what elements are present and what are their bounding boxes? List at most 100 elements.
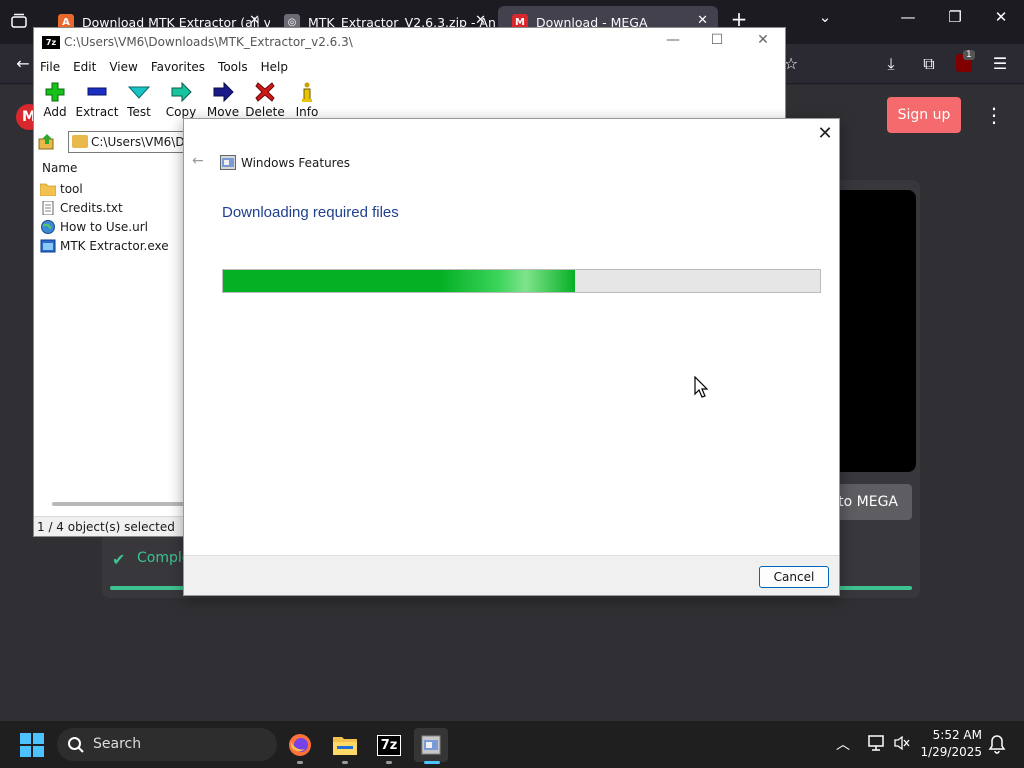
delete-button[interactable]: Delete (242, 81, 288, 119)
running-indicator (297, 761, 303, 764)
file-name: MTK Extractor.exe (60, 238, 169, 253)
close-window-icon[interactable]: ✕ (986, 8, 1016, 26)
test-label: Test (127, 105, 151, 119)
copy-button[interactable]: Copy (158, 81, 204, 119)
menu-view[interactable]: View (109, 58, 144, 77)
progress-fill (223, 270, 575, 292)
delete-x-icon (255, 82, 275, 102)
windows-features-dialog: ✕ ← Windows Features Downloading require… (183, 118, 840, 596)
7zip-titlebar: 7z C:\Users\VM6\Downloads\MTK_Extractor_… (34, 28, 785, 58)
file-preview (836, 190, 916, 472)
tray-chevron-up-icon[interactable]: ︿ (836, 734, 850, 754)
tab-list-chevron-icon[interactable]: ⌄ (810, 8, 840, 26)
hamburger-menu-icon[interactable]: ☰ (989, 54, 1011, 73)
test-button[interactable]: Test (116, 81, 162, 119)
file-row[interactable]: Credits.txt (40, 198, 184, 217)
move-label: Move (206, 105, 240, 119)
notification-bell-icon[interactable] (988, 734, 1006, 754)
plus-icon (45, 82, 65, 102)
windows-features-app[interactable] (414, 728, 448, 762)
move-button[interactable]: Move (200, 81, 246, 119)
dialog-footer: Cancel (184, 555, 839, 595)
minimize-icon[interactable]: — (658, 32, 688, 48)
running-indicator (342, 761, 348, 764)
move-arrow-icon (213, 81, 234, 103)
maximize-icon[interactable]: ☐ (702, 32, 732, 48)
dialog-title: Windows Features (241, 156, 350, 170)
download-progress-bar (222, 269, 821, 293)
globe-icon (41, 219, 55, 234)
back-arrow-icon: ← (192, 153, 204, 169)
close-tab-icon[interactable]: ✕ (475, 13, 486, 28)
file-name: tool (60, 181, 83, 196)
more-options-icon[interactable]: ⋮ (984, 104, 1004, 126)
exe-icon (40, 239, 56, 252)
windows-features-icon (220, 155, 236, 170)
dialog-heading: Downloading required files (222, 204, 399, 221)
close-icon[interactable]: ✕ (814, 123, 836, 145)
taskbar: Search 7z ︿ 5:52 AM 1/29/2025 (0, 721, 1024, 768)
menu-favorites[interactable]: Favorites (151, 58, 212, 77)
delete-label: Delete (245, 105, 285, 119)
clock-time[interactable]: 5:52 AM (920, 728, 982, 742)
folder-up-icon[interactable] (38, 133, 56, 151)
menu-help[interactable]: Help (261, 58, 295, 77)
menu-tools[interactable]: Tools (218, 58, 255, 77)
mouse-cursor-icon (694, 376, 708, 398)
minimize-icon[interactable]: — (893, 8, 923, 26)
tab-overview-icon[interactable] (10, 13, 28, 29)
copy-arrow-icon (171, 81, 192, 103)
file-name: How to Use.url (60, 219, 148, 234)
windows-features-icon (421, 735, 441, 755)
file-row[interactable]: MTK Extractor.exe (40, 236, 184, 255)
copy-label: Copy (165, 105, 197, 119)
horizontal-scrollbar[interactable] (52, 502, 184, 506)
restore-icon[interactable]: ❐ (940, 8, 970, 26)
downloads-icon[interactable]: ⤓ (880, 54, 902, 74)
checkmark-icon: ✔ (112, 550, 126, 569)
text-file-icon (42, 200, 54, 215)
extract-label: Extract (75, 105, 119, 119)
extension-badge: 1 (963, 50, 975, 60)
folder-icon (40, 183, 56, 196)
7zip-icon: 7z (376, 734, 402, 756)
running-indicator (386, 761, 392, 764)
add-label: Add (43, 105, 67, 119)
file-explorer-app[interactable] (328, 728, 362, 762)
7zip-title: C:\Users\VM6\Downloads\MTK_Extractor_v2.… (64, 35, 353, 49)
windows-start-icon[interactable] (20, 733, 44, 757)
info-icon (302, 82, 312, 102)
signup-button[interactable]: Sign up (887, 97, 961, 133)
add-button[interactable]: Add (32, 81, 78, 119)
7zip-toolbar: Add Extract Test Copy Move Delete Info (34, 77, 785, 121)
info-label: Info (295, 105, 319, 119)
extract-button[interactable]: Extract (74, 81, 120, 119)
back-arrow-icon[interactable]: ← (12, 54, 34, 73)
clock-date[interactable]: 1/29/2025 (916, 745, 982, 759)
file-name: Credits.txt (60, 200, 123, 215)
network-icon[interactable] (867, 734, 887, 752)
checkmark-icon (128, 86, 150, 99)
cancel-button[interactable]: Cancel (759, 566, 829, 588)
firefox-app[interactable] (283, 728, 317, 762)
volume-muted-icon[interactable] (894, 735, 910, 751)
folder-icon (72, 135, 88, 148)
close-tab-icon[interactable]: ✕ (697, 13, 708, 28)
menu-file[interactable]: File (40, 58, 67, 77)
search-icon (68, 737, 84, 753)
7zip-app[interactable]: 7z (372, 728, 406, 762)
active-indicator (424, 761, 440, 764)
file-explorer-icon (333, 737, 357, 755)
search-placeholder: Search (93, 736, 142, 752)
7zip-menubar: File Edit View Favorites Tools Help (34, 58, 785, 77)
taskbar-search[interactable]: Search (57, 728, 277, 761)
close-tab-icon[interactable]: ✕ (249, 13, 260, 28)
close-icon[interactable]: ✕ (748, 32, 778, 48)
info-button[interactable]: Info (284, 81, 330, 119)
firefox-icon (289, 734, 311, 756)
extensions-icon[interactable]: ⧉ (918, 54, 940, 74)
menu-edit[interactable]: Edit (73, 58, 103, 77)
column-header-name[interactable]: Name (34, 158, 184, 178)
file-row[interactable]: How to Use.url (40, 217, 184, 236)
file-row[interactable]: tool (40, 179, 184, 198)
